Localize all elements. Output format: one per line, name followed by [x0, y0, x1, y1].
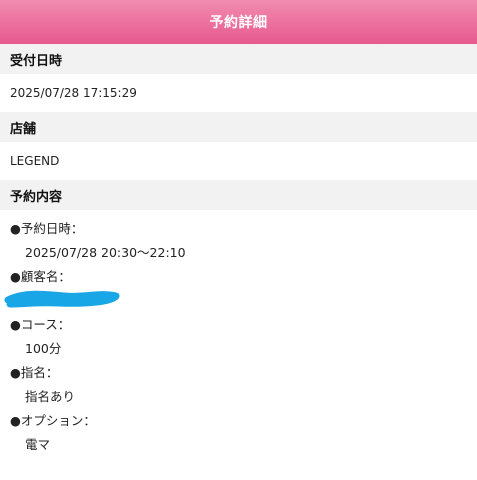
section-store-label: 店舗: [0, 112, 477, 142]
nomination-label: ●指名：: [10, 364, 59, 380]
reservation-datetime-label: ●予約日時：: [10, 220, 84, 236]
reservation-datetime-value: 2025/07/28 20:30〜22:10: [25, 244, 186, 260]
store-name-value: LEGEND: [10, 154, 60, 168]
course-label: ●コース：: [10, 316, 71, 332]
redaction-scribble: [4, 290, 120, 308]
course-value: 100分: [25, 340, 62, 356]
nomination-value: 指名あり: [25, 388, 76, 404]
section-reservation-label: 予約内容: [0, 180, 477, 210]
customer-name-label: ●顧客名：: [10, 268, 71, 284]
option-label: ●オプション：: [10, 412, 96, 428]
page-title: 予約詳細: [209, 15, 268, 31]
page-header: 予約詳細: [0, 0, 477, 44]
reception-datetime-value: 2025/07/28 17:15:29: [10, 86, 137, 100]
section-reception-label: 受付日時: [0, 44, 477, 74]
customer-name-value: [4, 286, 467, 312]
option-value: 電マ: [25, 436, 51, 452]
reservation-detail-list: ●予約日時： 2025/07/28 20:30〜22:10 ●顧客名： ●コース…: [0, 210, 477, 456]
